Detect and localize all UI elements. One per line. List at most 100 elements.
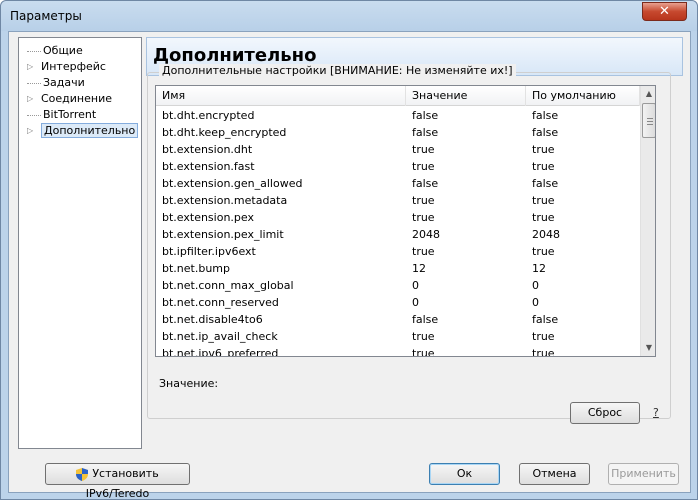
setting-value-cell: true [412, 347, 435, 357]
setting-name-cell: bt.dht.encrypted [162, 109, 255, 122]
tree-connector [27, 50, 41, 52]
vertical-scrollbar[interactable]: ▲ ▼ [640, 86, 655, 356]
tree-item-bittorrent[interactable]: BitTorrent [27, 107, 96, 123]
group-label: Дополнительные настройки [ВНИМАНИЕ: Не и… [159, 64, 516, 77]
table-row[interactable]: bt.dht.keep_encrypted false false [156, 124, 640, 141]
setting-name-cell: bt.net.conn_max_global [162, 279, 294, 292]
scroll-thumb[interactable] [642, 103, 655, 138]
setting-default-cell: false [532, 126, 559, 139]
triangle-right-icon[interactable]: ▷ [27, 123, 37, 139]
setting-name-cell: bt.extension.dht [162, 143, 253, 156]
setting-name-cell: bt.extension.gen_allowed [162, 177, 303, 190]
tree-connector [27, 114, 41, 116]
setting-default-cell: false [532, 177, 559, 190]
tree-item-label: Интерфейс [41, 60, 106, 73]
cancel-button[interactable]: Отмена [519, 463, 590, 485]
apply-button[interactable]: Применить [608, 463, 679, 485]
setting-default-cell: false [532, 109, 559, 122]
table-row[interactable]: bt.net.conn_max_global 0 0 [156, 277, 640, 294]
page-title: Дополнительно [153, 45, 317, 66]
setting-default-cell: true [532, 211, 555, 224]
setting-default-cell: true [532, 330, 555, 343]
tree-connector [27, 82, 41, 84]
list-header: Имя Значение По умолчанию [156, 86, 640, 106]
window-title: Параметры [10, 9, 82, 23]
setting-default-cell: true [532, 194, 555, 207]
tree-item-interface[interactable]: ▷ Интерфейс [27, 59, 106, 75]
close-button[interactable]: ✕ [642, 2, 687, 21]
setting-name-cell: bt.extension.pex [162, 211, 254, 224]
table-row[interactable]: bt.extension.metadata true true [156, 192, 640, 209]
table-row[interactable]: bt.net.ip_avail_check true true [156, 328, 640, 345]
triangle-right-icon[interactable]: ▷ [27, 59, 37, 75]
tree-item-advanced[interactable]: ▷ Дополнительно [27, 123, 139, 139]
setting-default-cell: true [532, 245, 555, 258]
column-header-name[interactable]: Имя [156, 86, 406, 106]
setting-default-cell: false [532, 313, 559, 326]
setting-value-cell: false [412, 177, 439, 190]
table-row[interactable]: bt.net.conn_reserved 0 0 [156, 294, 640, 311]
install-ipv6-teredo-button[interactable]: Установить IPv6/Teredo [45, 463, 190, 500]
setting-name-cell: bt.net.bump [162, 262, 230, 275]
close-icon: ✕ [659, 4, 670, 19]
help-link[interactable]: ? [653, 406, 659, 419]
setting-value-cell: false [412, 109, 439, 122]
settings-list: Имя Значение По умолчанию bt.dht.encrypt… [155, 85, 656, 357]
setting-value-cell: true [412, 194, 435, 207]
setting-name-cell: bt.extension.fast [162, 160, 255, 173]
setting-value-cell: false [412, 126, 439, 139]
setting-default-cell: 12 [532, 262, 546, 275]
setting-value-cell: 0 [412, 279, 419, 292]
setting-default-cell: true [532, 160, 555, 173]
column-header-value[interactable]: Значение [406, 86, 526, 106]
setting-value-cell: true [412, 245, 435, 258]
title-bar[interactable]: Параметры ✕ [1, 1, 697, 31]
setting-name-cell: bt.net.conn_reserved [162, 296, 279, 309]
table-row[interactable]: bt.extension.pex true true [156, 209, 640, 226]
install-ipv6-label: Установить IPv6/Teredo [85, 467, 159, 500]
setting-value-cell: 0 [412, 296, 419, 309]
setting-default-cell: 0 [532, 279, 539, 292]
setting-default-cell: 0 [532, 296, 539, 309]
setting-name-cell: bt.net.ipv6_preferred [162, 347, 279, 357]
scroll-up-icon[interactable]: ▲ [641, 86, 655, 102]
setting-value-cell: true [412, 143, 435, 156]
table-row[interactable]: bt.net.ipv6_preferred true true [156, 345, 640, 357]
ok-button[interactable]: Ок [429, 463, 500, 485]
setting-default-cell: true [532, 347, 555, 357]
column-header-default[interactable]: По умолчанию [526, 86, 640, 106]
tree-item-label: Задачи [43, 76, 85, 89]
setting-value-cell: 2048 [412, 228, 440, 241]
tree-item-general[interactable]: Общие [27, 43, 83, 59]
setting-name-cell: bt.extension.pex_limit [162, 228, 284, 241]
setting-name-cell: bt.extension.metadata [162, 194, 288, 207]
table-row[interactable]: bt.extension.dht true true [156, 141, 640, 158]
setting-name-cell: bt.ipfilter.ipv6ext [162, 245, 256, 258]
table-row[interactable]: bt.extension.gen_allowed false false [156, 175, 640, 192]
tree-item-label: BitTorrent [43, 108, 97, 121]
scroll-down-icon[interactable]: ▼ [641, 340, 655, 356]
setting-value-cell: false [412, 313, 439, 326]
setting-default-cell: true [532, 143, 555, 156]
tree-item-label: Общие [43, 44, 83, 57]
tree-item-label: Дополнительно [41, 123, 139, 138]
table-row[interactable]: bt.dht.encrypted false false [156, 107, 640, 124]
category-tree: Общие ▷ Интерфейс Задачи ▷ Соединение BitT… [18, 37, 142, 449]
table-row[interactable]: bt.ipfilter.ipv6ext true true [156, 243, 640, 260]
table-row[interactable]: bt.extension.pex_limit 2048 2048 [156, 226, 640, 243]
tree-item-label: Соединение [41, 92, 113, 105]
settings-window: Параметры ✕ Общие ▷ Интерфейс Задачи ▷ Сое… [0, 0, 698, 500]
setting-name-cell: bt.dht.keep_encrypted [162, 126, 287, 139]
setting-value-cell: true [412, 160, 435, 173]
reset-button[interactable]: Сброс [570, 402, 640, 424]
setting-default-cell: 2048 [532, 228, 560, 241]
table-row[interactable]: bt.net.bump 12 12 [156, 260, 640, 277]
table-row[interactable]: bt.extension.fast true true [156, 158, 640, 175]
triangle-right-icon[interactable]: ▷ [27, 91, 37, 107]
setting-name-cell: bt.net.ip_avail_check [162, 330, 278, 343]
tree-item-tasks[interactable]: Задачи [27, 75, 85, 91]
tree-item-connection[interactable]: ▷ Соединение [27, 91, 112, 107]
setting-name-cell: bt.net.disable4to6 [162, 313, 263, 326]
table-row[interactable]: bt.net.disable4to6 false false [156, 311, 640, 328]
uac-shield-icon [76, 467, 89, 481]
